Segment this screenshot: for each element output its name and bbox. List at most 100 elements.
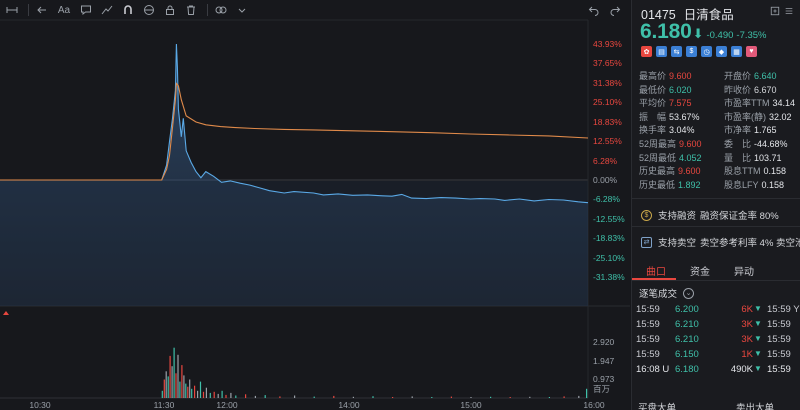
stat-value: 103.71 bbox=[754, 152, 782, 163]
link-icon[interactable] bbox=[768, 4, 782, 18]
intraday-chart-area[interactable]: Aa 43.93% 37.65% 31.38% 25.10% 18.83% 12.55% 6… bbox=[0, 0, 630, 410]
stat-key: 量 比 bbox=[724, 152, 752, 163]
tab-curve[interactable]: 曲口 bbox=[632, 259, 676, 280]
dollar-badge-icon[interactable]: $ bbox=[686, 46, 697, 57]
stat-row: 量 比 103.71 bbox=[724, 152, 795, 166]
divider bbox=[632, 198, 800, 199]
tab-capital[interactable]: 资金 bbox=[676, 259, 720, 280]
tick-direction-icon: ▼ bbox=[754, 349, 762, 358]
stat-key: 最高价 bbox=[639, 71, 667, 81]
tick-time-next: 15:59 bbox=[767, 349, 791, 360]
volume-bar bbox=[194, 385, 196, 398]
tag-badge-icon[interactable]: ◆ bbox=[716, 46, 727, 57]
margin-label: 支持融资 bbox=[658, 211, 697, 222]
stat-value: 53.67% bbox=[669, 111, 700, 122]
stat-row: 委 比 -44.68% bbox=[724, 138, 795, 152]
stat-row: 平均价 7.575 bbox=[639, 97, 702, 111]
y-tick-label: 12.55% bbox=[593, 136, 622, 147]
stat-key: 市净率 bbox=[724, 125, 752, 136]
tick-direction-icon: ▼ bbox=[754, 364, 762, 373]
volume-bar bbox=[235, 395, 237, 398]
volume-bar bbox=[529, 396, 531, 398]
tick-volume: 1K bbox=[741, 349, 753, 360]
more-icon[interactable] bbox=[782, 4, 796, 18]
volume-bar bbox=[202, 391, 205, 398]
x-tick-label: 11:30 bbox=[153, 400, 175, 410]
x-tick-label: 15:00 bbox=[460, 400, 482, 410]
short-notice[interactable]: ⇄ 支持卖空 卖空参考利率 4% 卖空池 bbox=[641, 235, 800, 249]
sell-big-orders-label[interactable]: 卖出大单 bbox=[736, 400, 774, 410]
volume-bar bbox=[245, 394, 247, 398]
price-line bbox=[0, 43, 589, 204]
volume-bar bbox=[509, 397, 511, 398]
shuffle-badge-icon[interactable]: ⇆ bbox=[671, 46, 682, 57]
volume-bar bbox=[213, 391, 215, 398]
volume-bar bbox=[175, 373, 177, 398]
volume-bar bbox=[199, 381, 202, 398]
stat-key: 市盈率(静) bbox=[724, 111, 766, 122]
tick-volume: 6K bbox=[741, 304, 753, 315]
stat-row: 换手率 3.04% bbox=[639, 124, 702, 138]
buy-big-orders-label[interactable]: 买盘大单 bbox=[638, 400, 676, 410]
tick-time-next: 15:59 bbox=[767, 364, 791, 375]
volume-bar bbox=[352, 396, 354, 398]
volume-tick-label: 2.920 bbox=[593, 337, 615, 347]
stat-key: 振 幅 bbox=[639, 111, 667, 122]
short-detail: 卖空参考利率 4% 卖空池 bbox=[700, 238, 800, 249]
volume-bar bbox=[181, 365, 183, 398]
volume-bar bbox=[548, 397, 550, 398]
divider bbox=[632, 226, 800, 227]
clock-badge-icon[interactable]: ◷ bbox=[701, 46, 712, 57]
tick-price: 6.200 bbox=[675, 304, 699, 315]
volume-bar bbox=[167, 376, 169, 398]
header-actions bbox=[768, 4, 796, 18]
chart-badge-icon[interactable]: ▤ bbox=[656, 46, 667, 57]
volume-bar bbox=[225, 394, 227, 398]
stat-value: 32.02 bbox=[769, 111, 792, 122]
volume-bar bbox=[279, 396, 281, 398]
chart-lines bbox=[0, 43, 589, 204]
heart-badge-icon[interactable]: ♥ bbox=[746, 46, 757, 57]
short-label: 支持卖空 bbox=[658, 238, 697, 249]
stats-column-left: 最高价 9.600 最低价 6.020 平均价 7.575 振 幅 53.67% 换手率 3.04… bbox=[639, 70, 702, 192]
document-badge-icon[interactable]: ▦ bbox=[731, 46, 742, 57]
volume-bar bbox=[294, 395, 296, 398]
last-price: 6.180 bbox=[640, 20, 692, 43]
stat-value: -44.68% bbox=[754, 138, 788, 149]
panel-tabs: 曲口 资金 异动 bbox=[632, 259, 800, 281]
margin-notice[interactable]: $ 支持融资 融资保证金率 80% bbox=[641, 208, 779, 222]
stat-value: 9.600 bbox=[679, 138, 702, 149]
tick-time: 15:59 bbox=[636, 319, 660, 330]
stat-key: 换手率 bbox=[639, 125, 667, 136]
average-line bbox=[0, 82, 589, 181]
volume-bar bbox=[221, 390, 223, 398]
y-tick-label: 37.65% bbox=[593, 58, 622, 69]
volume-unit-label: 百万 bbox=[593, 384, 611, 394]
volume-bar bbox=[490, 396, 492, 398]
volume-bar bbox=[183, 375, 185, 398]
stat-value: 6.020 bbox=[669, 84, 692, 95]
volume-bar bbox=[165, 371, 167, 398]
stat-key: 市盈率TTM bbox=[724, 98, 770, 109]
stat-row: 市净率 1.765 bbox=[724, 124, 795, 138]
tab-movement[interactable]: 异动 bbox=[720, 259, 764, 280]
stat-value: 9.600 bbox=[678, 166, 701, 177]
price-area bbox=[0, 44, 588, 306]
y-tick-label: 25.10% bbox=[593, 97, 622, 108]
tick-row: 15:59 6.150 1K 15:59 ▼ bbox=[632, 349, 800, 364]
volume-bar bbox=[197, 390, 199, 398]
volume-bar bbox=[563, 396, 565, 398]
volume-bar bbox=[173, 347, 175, 398]
feature-badges: ✿ ▤ ⇆ $ ◷ ◆ ▦ ♥ bbox=[641, 46, 761, 57]
volume-bar bbox=[179, 381, 181, 398]
tick-price: 6.150 bbox=[675, 349, 699, 360]
y-tick-label: 43.93% bbox=[593, 39, 622, 49]
flower-badge-icon[interactable]: ✿ bbox=[641, 46, 652, 57]
volume-bar bbox=[313, 396, 315, 398]
quote-panel: 01475 日清食品 6.180 ⬇ -0.490 -7.35% ✿ ▤ ⇆ $ … bbox=[631, 0, 800, 410]
stat-row: 振 幅 53.67% bbox=[639, 111, 702, 125]
chevron-down-icon[interactable]: ⌄ bbox=[683, 287, 695, 299]
tick-time-next: 15:59 bbox=[767, 319, 791, 330]
tick-list-title[interactable]: 逐笔成交 ⌄ bbox=[639, 286, 695, 300]
volume-bar bbox=[189, 379, 191, 398]
